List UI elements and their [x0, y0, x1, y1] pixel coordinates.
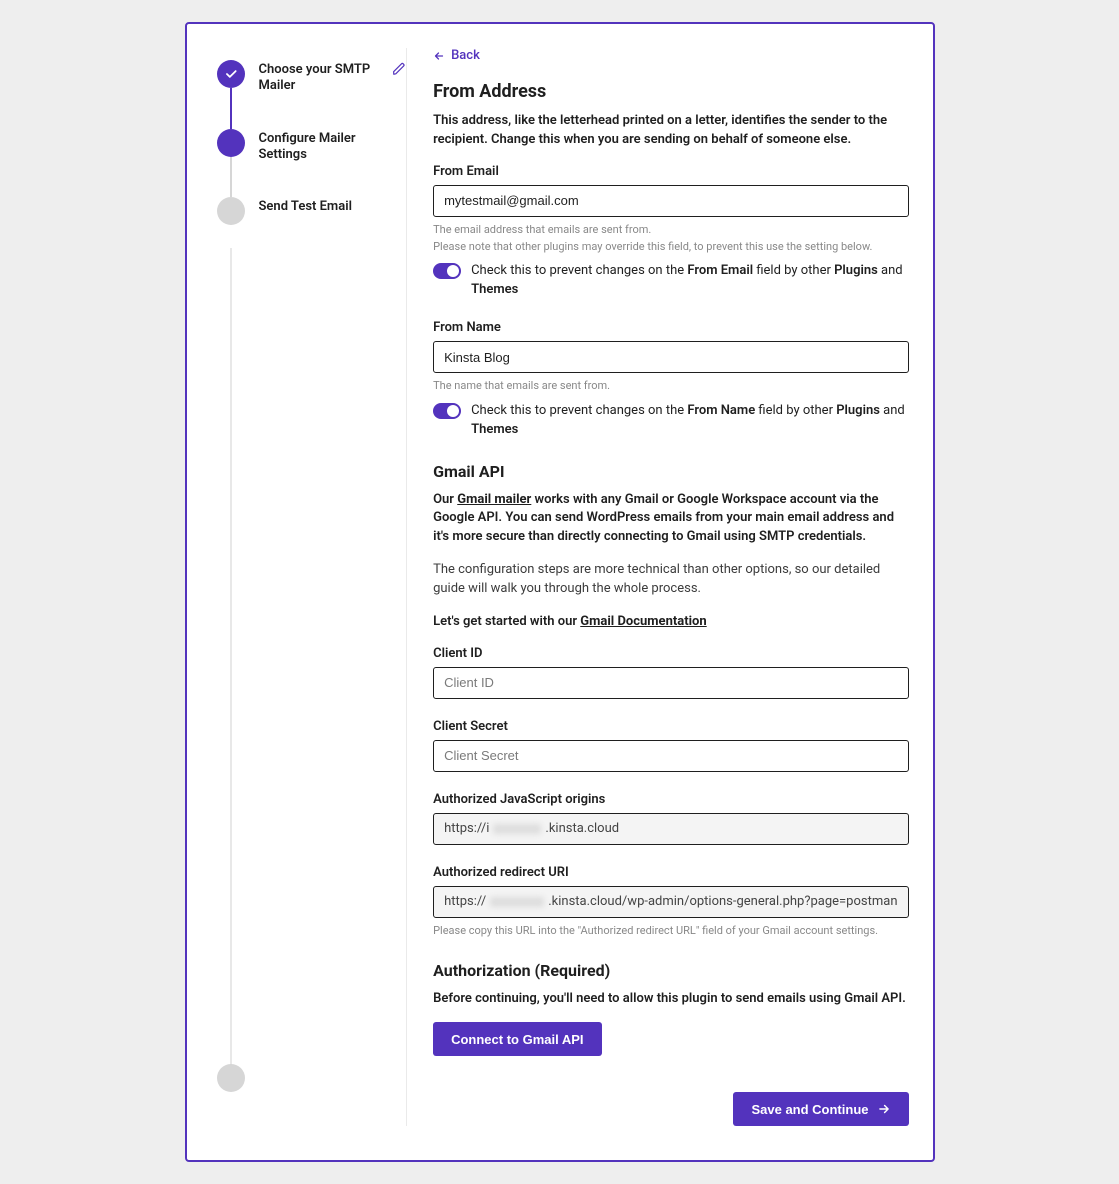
step-choose-mailer[interactable]: Choose your SMTP Mailer — [217, 60, 407, 95]
back-label: Back — [451, 48, 480, 63]
redirect-uri-label: Authorized redirect URI — [433, 865, 908, 880]
from-name-input[interactable] — [433, 341, 908, 373]
step-label: Send Test Email — [259, 197, 352, 215]
pencil-icon[interactable] — [392, 60, 406, 76]
from-email-input[interactable] — [433, 185, 908, 217]
gmail-api-p2: The configuration steps are more technic… — [433, 561, 908, 599]
client-secret-label: Client Secret — [433, 719, 908, 734]
from-email-help2: Please note that other plugins may overr… — [433, 240, 908, 255]
stepper: Choose your SMTP Mailer Configure Mailer… — [207, 48, 407, 1126]
stepper-tail-dot — [217, 1064, 245, 1092]
step-configure-settings[interactable]: Configure Mailer Settings — [217, 129, 407, 164]
from-name-field: From Name The name that emails are sent … — [433, 320, 908, 440]
js-origins-label: Authorized JavaScript origins — [433, 792, 908, 807]
from-name-help: The name that emails are sent from. — [433, 379, 908, 394]
arrow-left-icon — [433, 50, 445, 62]
gmail-api-p1: Our Gmail mailer works with any Gmail or… — [433, 491, 908, 548]
from-name-lock-text: Check this to prevent changes on the Fro… — [471, 402, 908, 440]
from-email-label: From Email — [433, 164, 908, 179]
gmail-documentation-link[interactable]: Gmail Documentation — [580, 614, 706, 629]
from-address-heading: From Address — [433, 81, 908, 102]
step-bullet-icon — [217, 197, 245, 225]
client-id-field: Client ID — [433, 646, 908, 699]
from-email-field: From Email The email address that emails… — [433, 164, 908, 300]
from-name-label: From Name — [433, 320, 908, 335]
wizard-card: Choose your SMTP Mailer Configure Mailer… — [185, 22, 935, 1162]
redacted-text — [490, 897, 544, 907]
from-address-description: This address, like the letterhead printe… — [433, 112, 908, 150]
gmail-mailer-link[interactable]: Gmail mailer — [457, 492, 531, 507]
gmail-api-heading: Gmail API — [433, 462, 908, 481]
step-label: Configure Mailer Settings — [259, 129, 407, 164]
content-area: Back From Address This address, like the… — [406, 48, 912, 1126]
check-icon — [217, 60, 245, 88]
client-id-label: Client ID — [433, 646, 908, 661]
redirect-uri-value[interactable]: https://.kinsta.cloud/wp-admin/options-g… — [433, 886, 908, 918]
client-secret-field: Client Secret — [433, 719, 908, 772]
from-name-lock-toggle[interactable] — [433, 403, 461, 419]
step-bullet-icon — [217, 129, 245, 157]
gmail-api-p3: Let's get started with our Gmail Documen… — [433, 613, 908, 632]
redirect-uri-help: Please copy this URL into the "Authorize… — [433, 924, 908, 939]
js-origins-value[interactable]: https://i.kinsta.cloud — [433, 813, 908, 845]
redirect-uri-field: Authorized redirect URI https://.kinsta.… — [433, 865, 908, 939]
authorization-description: Before continuing, you'll need to allow … — [433, 990, 908, 1009]
arrow-right-icon — [877, 1102, 891, 1116]
js-origins-field: Authorized JavaScript origins https://i.… — [433, 792, 908, 845]
save-and-continue-button[interactable]: Save and Continue — [733, 1092, 908, 1126]
redacted-text — [493, 824, 541, 834]
footer-row: Save and Continue — [433, 1092, 908, 1126]
connect-gmail-api-button[interactable]: Connect to Gmail API — [433, 1022, 601, 1056]
client-secret-input[interactable] — [433, 740, 908, 772]
from-email-lock-toggle[interactable] — [433, 263, 461, 279]
from-email-help1: The email address that emails are sent f… — [433, 223, 908, 238]
step-send-test[interactable]: Send Test Email — [217, 197, 407, 225]
authorization-heading: Authorization (Required) — [433, 961, 908, 980]
back-button[interactable]: Back — [433, 48, 480, 63]
client-id-input[interactable] — [433, 667, 908, 699]
stepper-tail-line — [230, 248, 232, 1068]
from-email-lock-text: Check this to prevent changes on the Fro… — [471, 262, 908, 300]
step-label: Choose your SMTP Mailer — [259, 60, 379, 95]
